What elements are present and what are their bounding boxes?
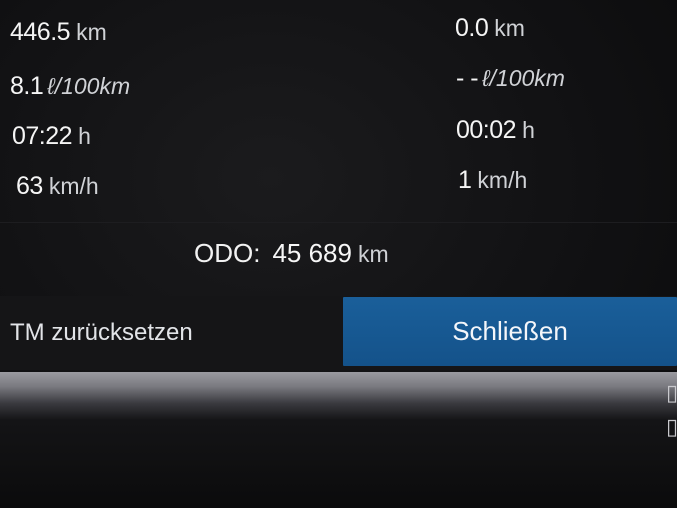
trip-left-distance-unit: km: [76, 19, 107, 45]
trip-right-consumption-value: - -: [456, 64, 479, 92]
display-bezel: [0, 372, 677, 420]
trip-left-speed: 63 km/h: [16, 172, 99, 201]
trip-left-distance-value: 446.5: [10, 18, 71, 46]
trip-left-time: 07:22 h: [12, 122, 91, 151]
trip-computer-screen: 446.5 km 8.1 ℓ/100km 07:22 h 63 km/h 0.0 km -…: [0, 0, 677, 508]
trip-right-distance: 0.0 km: [455, 14, 525, 43]
trip-right-distance-unit: km: [494, 15, 525, 41]
trip-right-time-unit: h: [522, 117, 535, 143]
odometer-unit: km: [357, 241, 389, 267]
trip-right-speed-unit: km/h: [477, 167, 528, 193]
trip-right-speed: 1 km/h: [458, 166, 527, 195]
edge-mark-icon: ▯: [666, 380, 677, 405]
trip-right-distance-value: 0.0: [455, 14, 489, 42]
reset-trip-button[interactable]: TM zurücksetzen: [0, 300, 340, 366]
odometer-label: ODO:: [194, 238, 261, 268]
section-divider: [0, 222, 677, 223]
edge-mark-icon: ▯: [666, 414, 677, 439]
trip-left-consumption-value: 8.1: [10, 72, 44, 100]
trip-right-time-value: 00:02: [456, 116, 517, 144]
trip-left-speed-value: 63: [16, 172, 43, 200]
trip-left-time-unit: h: [78, 123, 91, 149]
trip-left-speed-unit: km/h: [48, 173, 99, 199]
close-button[interactable]: Schließen: [343, 297, 677, 366]
trip-left-distance: 446.5 km: [10, 18, 107, 47]
cut-off-edge-icon: ▯ ▯: [666, 376, 677, 456]
odometer-value: 45 689: [272, 238, 352, 268]
dashboard-surface: [0, 420, 677, 508]
trip-left-time-value: 07:22: [12, 122, 73, 150]
trip-right-consumption: - - ℓ/100km: [456, 64, 565, 93]
trip-left-consumption: 8.1 ℓ/100km: [10, 72, 130, 101]
trip-right-consumption-unit: ℓ/100km: [482, 65, 565, 91]
odometer-readout: ODO: 45 689 km: [194, 238, 389, 269]
trip-right-speed-value: 1: [458, 166, 472, 194]
trip-right-time: 00:02 h: [456, 116, 535, 145]
trip-left-consumption-unit: ℓ/100km: [47, 73, 131, 99]
